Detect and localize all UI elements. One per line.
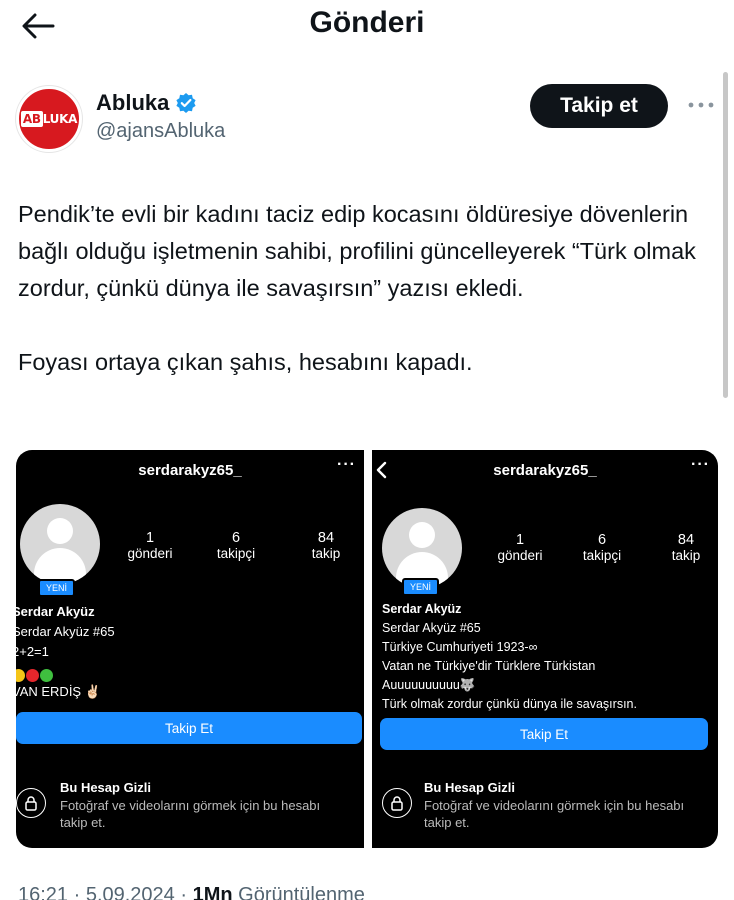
tweet-paragraph: Foyası ortaya çıkan şahıs, hesabını kapa… [18, 349, 473, 375]
private-description: Fotoğraf ve videolarını görmek için bu h… [424, 798, 685, 830]
bio-line: VAN ERDİŞ ✌🏻 [16, 684, 101, 699]
profile-name: Serdar Akyüz [382, 602, 462, 616]
avatar-logo: AB LUKA [20, 111, 78, 127]
bio-line: Serdar Akyüz #65 [16, 624, 115, 639]
profile-follow-button: Takip Et [380, 718, 708, 750]
author-display-name: Abluka [96, 90, 170, 115]
top-bar: Gönderi [0, 0, 734, 56]
lock-icon [382, 788, 412, 818]
private-title: Bu Hesap Gizli [424, 780, 516, 795]
lock-icon [16, 788, 46, 818]
bio-line: Serdar Akyüz #65 [382, 621, 481, 635]
tweet-text: Pendik’te evli bir kadını taciz edip koc… [18, 196, 708, 381]
bio-line: Türk olmak zordur çünkü dünya ile savaşı… [382, 697, 637, 711]
stat-followers: 6 takipçi [216, 530, 256, 561]
circle-emojis [16, 662, 115, 683]
new-badge: YENİ [402, 578, 440, 596]
bio-line: Vatan ne Türkiye'dir Türklere Türkistan [382, 659, 596, 673]
avatar[interactable]: AB LUKA [16, 86, 82, 152]
follow-button[interactable]: Takip et [530, 84, 668, 128]
bio-line: Türkiye Cumhuriyeti 1923-∞ [382, 640, 538, 654]
profile-bio: Serdar Akyüz Serdar Akyüz #65 2+2=1 VAN … [16, 602, 115, 702]
more-horizontal-icon: ··· [691, 456, 710, 473]
stat-posts: 1 gönderi [127, 530, 173, 561]
views-count: 1Mn [192, 884, 233, 900]
tweet-paragraph: Pendik’te evli bir kadını taciz edip koc… [18, 201, 696, 301]
tweet-meta: 16:21 · 5.09.2024 · 1Mn Görüntülenme [18, 884, 365, 900]
stat-posts: 1 gönderi [497, 532, 543, 563]
profile-username: serdarakyz65_ [493, 462, 597, 479]
instagram-screenshot-left: serdarakyz65_ ··· YENİ 1 gönderi 6 takip… [16, 450, 364, 848]
private-description: Fotoğraf ve videolarını görmek için bu h… [60, 798, 321, 830]
private-title: Bu Hesap Gizli [60, 780, 152, 795]
more-button[interactable] [686, 92, 716, 118]
page-title: Gönderi [309, 6, 425, 39]
author-handle[interactable]: @ajansAbluka [96, 120, 225, 143]
profile-picture [20, 504, 100, 584]
author-name[interactable]: Abluka [96, 90, 197, 116]
instagram-screenshot-right: serdarakyz65_ ··· YENİ 1 gönderi 6 takip… [372, 450, 718, 848]
verified-badge-icon [176, 93, 196, 113]
more-horizontal-icon: ··· [337, 456, 356, 473]
tweet-timestamp[interactable]: 16:21 · 5.09.2024 · [18, 884, 193, 900]
profile-follow-button: Takip Et [16, 712, 362, 744]
bio-line: Auuuuuuuuuu🐺 [382, 678, 476, 692]
profile-bio: Serdar Akyüz Serdar Akyüz #65 Türkiye Cu… [382, 600, 637, 714]
more-horizontal-icon [688, 102, 714, 108]
views-label: Görüntülenme [232, 884, 365, 900]
profile-picture [382, 508, 462, 588]
scrollbar[interactable] [723, 72, 728, 398]
stat-following: 84 takip [311, 530, 341, 561]
stat-following: 84 takip [671, 532, 701, 563]
stat-followers: 6 takipçi [582, 532, 622, 563]
profile-username: serdarakyz65_ [138, 462, 242, 479]
profile-name: Serdar Akyüz [16, 604, 95, 619]
bio-line: 2+2=1 [16, 644, 49, 659]
new-badge: YENİ [38, 579, 76, 597]
tweet-media[interactable]: serdarakyz65_ ··· YENİ 1 gönderi 6 takip… [16, 450, 718, 848]
